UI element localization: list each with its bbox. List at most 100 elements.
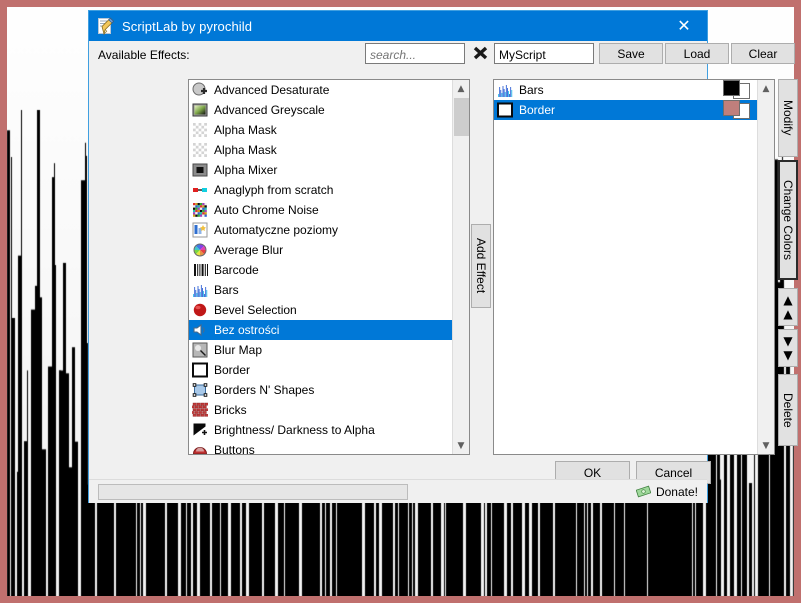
effects-list-scrollbar[interactable]: ▲ ▼ xyxy=(452,80,469,454)
list-item[interactable]: Border xyxy=(189,360,452,380)
modify-label: Modify xyxy=(781,100,795,136)
red-sphere-icon xyxy=(192,302,208,318)
chevron-down-icon[interactable]: ▼ xyxy=(453,437,469,454)
donate-label: Donate! xyxy=(655,484,698,499)
script-list-scrollbar[interactable]: ▲ ▼ xyxy=(757,80,774,454)
list-item-label: Barcode xyxy=(214,263,259,277)
border-icon xyxy=(192,362,208,378)
double-chevron-down-icon: ▼ ▼ xyxy=(781,334,795,362)
chevron-up-icon[interactable]: ▲ xyxy=(758,80,774,97)
list-item[interactable]: Buttons xyxy=(189,440,452,454)
list-item-label: Borders N' Shapes xyxy=(214,383,315,397)
list-item-label: Auto Chrome Noise xyxy=(214,203,319,217)
color-swatch-pair[interactable] xyxy=(723,100,753,119)
brightness-alpha-icon xyxy=(192,422,208,438)
chevron-down-icon[interactable]: ▼ xyxy=(758,437,774,454)
list-item[interactable]: Bars xyxy=(189,280,452,300)
anaglyph-icon xyxy=(192,182,208,198)
scriptlab-dialog: ScriptLab by pyrochild ✕ Available Effec… xyxy=(88,10,798,503)
border-icon xyxy=(497,102,513,118)
table-row-label: Border xyxy=(519,103,556,117)
list-item-label: Bars xyxy=(214,283,239,297)
list-item[interactable]: Advanced Desaturate xyxy=(189,80,452,100)
list-item-label: Alpha Mask xyxy=(214,143,277,157)
list-item-label: Blur Map xyxy=(214,343,263,357)
chevron-up-icon[interactable]: ▲ xyxy=(453,80,469,97)
scrollbar-thumb[interactable] xyxy=(454,98,469,136)
search-input[interactable] xyxy=(365,43,465,64)
progress-bar xyxy=(98,484,408,500)
bricks-icon xyxy=(190,402,209,418)
list-item[interactable]: Bricks xyxy=(189,400,452,420)
list-item[interactable]: Blur Map xyxy=(189,340,452,360)
list-item[interactable]: Alpha Mixer xyxy=(189,160,452,180)
change-colors-button[interactable]: Change Colors xyxy=(778,160,798,280)
list-item-label: Border xyxy=(214,363,251,377)
script-effects-list[interactable]: Bars Border ▲ ▼ xyxy=(493,79,775,455)
greyscale-icon xyxy=(192,102,208,118)
close-icon[interactable]: ✕ xyxy=(661,11,707,41)
bars-icon xyxy=(497,82,513,98)
buttons-icon xyxy=(192,442,208,454)
color-wheel-icon xyxy=(192,242,208,258)
list-item-label: Bez ostrości xyxy=(214,323,280,337)
add-effect-label: Add Effect xyxy=(474,238,488,294)
table-row[interactable]: Border xyxy=(494,100,757,120)
noise-icon xyxy=(192,202,208,218)
status-bar: Donate! xyxy=(89,479,707,503)
list-item[interactable]: Automatyczne poziomy xyxy=(189,220,452,240)
move-up-button[interactable]: ▲ ▲ xyxy=(778,288,798,326)
desaturate-icon xyxy=(192,82,208,98)
shapes-icon xyxy=(192,382,208,398)
clear-button[interactable]: Clear xyxy=(731,43,795,64)
list-item-label: Advanced Desaturate xyxy=(214,83,330,97)
table-row-label: Bars xyxy=(519,83,544,97)
available-effects-label: Available Effects: xyxy=(98,48,190,62)
blur-map-icon xyxy=(192,342,208,358)
list-item[interactable]: Barcode xyxy=(189,260,452,280)
x-clear-icon[interactable] xyxy=(470,42,491,64)
list-item[interactable]: Anaglyph from scratch xyxy=(189,180,452,200)
list-item-label: Bricks xyxy=(214,403,247,417)
modify-button[interactable]: Modify xyxy=(778,79,798,157)
list-item-label: Anaglyph from scratch xyxy=(214,183,334,197)
add-effect-button[interactable]: Add Effect xyxy=(471,224,491,308)
list-item-label: Advanced Greyscale xyxy=(214,103,325,117)
list-item[interactable]: Alpha Mask xyxy=(189,140,452,160)
save-button[interactable]: Save xyxy=(599,43,663,64)
speaker-icon xyxy=(192,322,208,338)
list-item[interactable]: Alpha Mask xyxy=(189,120,452,140)
list-item[interactable]: Average Blur xyxy=(189,240,452,260)
list-item[interactable]: Auto Chrome Noise xyxy=(189,200,452,220)
script-name-input[interactable] xyxy=(494,43,594,64)
list-item[interactable]: Borders N' Shapes xyxy=(189,380,452,400)
checker-icon xyxy=(192,122,208,138)
list-item[interactable]: Bevel Selection xyxy=(189,300,452,320)
list-item-label: Alpha Mixer xyxy=(214,163,278,177)
color-swatch-pair[interactable] xyxy=(723,80,753,99)
list-item[interactable]: Bez ostrości xyxy=(189,320,452,340)
levels-icon xyxy=(192,222,208,238)
list-item[interactable]: Brightness/ Darkness to Alpha xyxy=(189,420,452,440)
dialog-titlebar[interactable]: ScriptLab by pyrochild ✕ xyxy=(89,11,707,41)
primary-color-swatch[interactable] xyxy=(723,100,740,116)
available-effects-list[interactable]: Advanced Desaturate Advanced Greyscale Alp… xyxy=(188,79,470,455)
alpha-mixer-icon xyxy=(192,162,208,178)
primary-color-swatch[interactable] xyxy=(723,80,740,96)
move-down-button[interactable]: ▼ ▼ xyxy=(778,329,798,367)
change-colors-label: Change Colors xyxy=(781,179,795,261)
table-row[interactable]: Bars xyxy=(494,80,757,100)
list-item-label: Alpha Mask xyxy=(214,123,277,137)
bars-icon xyxy=(192,282,208,298)
delete-button[interactable]: Delete xyxy=(778,374,798,446)
donate-link[interactable]: Donate! xyxy=(635,483,698,500)
list-item[interactable]: Advanced Greyscale xyxy=(189,100,452,120)
list-item-label: Buttons xyxy=(214,443,255,454)
dialog-title: ScriptLab by pyrochild xyxy=(122,18,253,34)
list-item-label: Automatyczne poziomy xyxy=(214,223,339,237)
dialog-toolbar: Available Effects: Save Load Clear xyxy=(89,41,795,71)
load-button[interactable]: Load xyxy=(665,43,729,64)
barcode-icon xyxy=(192,262,212,278)
double-chevron-up-icon: ▲ ▲ xyxy=(781,293,795,321)
money-bill-icon xyxy=(635,485,652,498)
